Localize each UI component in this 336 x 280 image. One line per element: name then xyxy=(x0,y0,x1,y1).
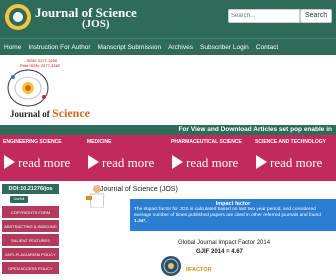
subject-title: PHARMACEUTICAL SCIENCE xyxy=(171,139,242,145)
gjif-value: GJIF 2014 = 4.67 xyxy=(196,249,243,255)
subject-title: SCIENCE AND TECHNOLOGY xyxy=(255,139,326,145)
sidebar-link-salient-features[interactable]: SALIENT FEATURES xyxy=(2,234,59,247)
nav-home[interactable]: Home xyxy=(4,44,21,51)
brand-name: Journal of Science xyxy=(10,106,90,121)
globe-logo-icon xyxy=(7,69,49,107)
read-more-link[interactable]: read more xyxy=(18,155,70,171)
read-more-link[interactable]: read more xyxy=(102,155,154,171)
nav-instruction-for-author[interactable]: Instruction For Author xyxy=(28,44,90,51)
announcement-marquee: For View and Download Articles set pop e… xyxy=(0,125,336,135)
site-abbr: (JOS) xyxy=(82,18,110,30)
subject-medicine[interactable]: MEDICINE read more xyxy=(84,135,168,181)
sidebar-link-open-access[interactable]: OPEN ACCESS POLICY xyxy=(2,262,59,275)
brand-science: Science xyxy=(52,106,91,120)
sidebar-link-copyrights-form[interactable]: COPYRIGHTS FORM xyxy=(2,206,59,219)
subject-engineering[interactable]: ENGINEERING SCIENCE read more xyxy=(0,135,84,181)
subject-title: ENGINEERING SCIENCE xyxy=(3,139,62,145)
impact-factor-box: Impact factor The impact factor for JOS … xyxy=(130,199,336,231)
journal-logo-icon xyxy=(5,4,31,30)
logo-banner: - ISSN: 2277-3290 Print ISSN: 2277-3282 … xyxy=(0,55,336,125)
play-arrow-icon xyxy=(88,155,99,169)
subject-title: MEDICINE xyxy=(87,139,112,145)
impact-factor-description: The impact factor for JOS is calculated … xyxy=(134,207,321,218)
subject-pharmaceutical[interactable]: PHARMACEUTICAL SCIENCE read more xyxy=(168,135,252,181)
doi-badge: DOI:10.21276/jos xyxy=(2,184,59,194)
read-more-link[interactable]: read more xyxy=(186,155,238,171)
main-nav: Home Instruction For Author Manscript Su… xyxy=(0,38,336,55)
nav-archives[interactable]: Archives xyxy=(168,44,193,51)
subject-strip: ENGINEERING SCIENCE read more MEDICINE r… xyxy=(0,135,336,181)
sidebar-link-anti-plagiarism[interactable]: ANTI-PLAGIARISM POLICY xyxy=(2,248,59,261)
gjif-seal-icon xyxy=(161,256,181,276)
search-button[interactable]: Search xyxy=(300,9,332,23)
global-impact-label: Global Journal Impact Factor 2014 xyxy=(178,240,271,246)
play-arrow-icon xyxy=(172,155,183,169)
useful-tags-button[interactable]: Usefull Tags xyxy=(10,196,28,208)
play-arrow-icon xyxy=(4,155,15,169)
impact-factor-value: 1.34*. xyxy=(134,219,147,224)
search-input[interactable] xyxy=(228,9,300,23)
nav-contact[interactable]: Contact xyxy=(256,44,278,51)
sidebar: DOI:10.21276/jos Usefull Tags COPYRIGHTS… xyxy=(0,181,62,280)
ijfactor-logo: IIFACTOR xyxy=(186,267,212,273)
read-more-link[interactable]: read more xyxy=(270,155,322,171)
nav-manuscript-submission[interactable]: Manscript Submission xyxy=(97,44,161,51)
play-arrow-icon xyxy=(256,155,267,169)
brand-prefix: Journal of xyxy=(10,109,50,119)
page-heading: Journal of Science (JOS) xyxy=(100,186,178,193)
impact-factor-text: The impact factor for JOS is calculated … xyxy=(134,207,332,225)
sidebar-link-abstracting-indexing[interactable]: ABSTRACTING & INDEXING xyxy=(2,220,59,233)
subject-science-technology[interactable]: SCIENCE AND TECHNOLOGY read more xyxy=(252,135,336,181)
nav-subscriber-login[interactable]: Subscriber Login xyxy=(200,44,249,51)
site-header: Journal of Science (JOS) Search xyxy=(0,0,336,38)
